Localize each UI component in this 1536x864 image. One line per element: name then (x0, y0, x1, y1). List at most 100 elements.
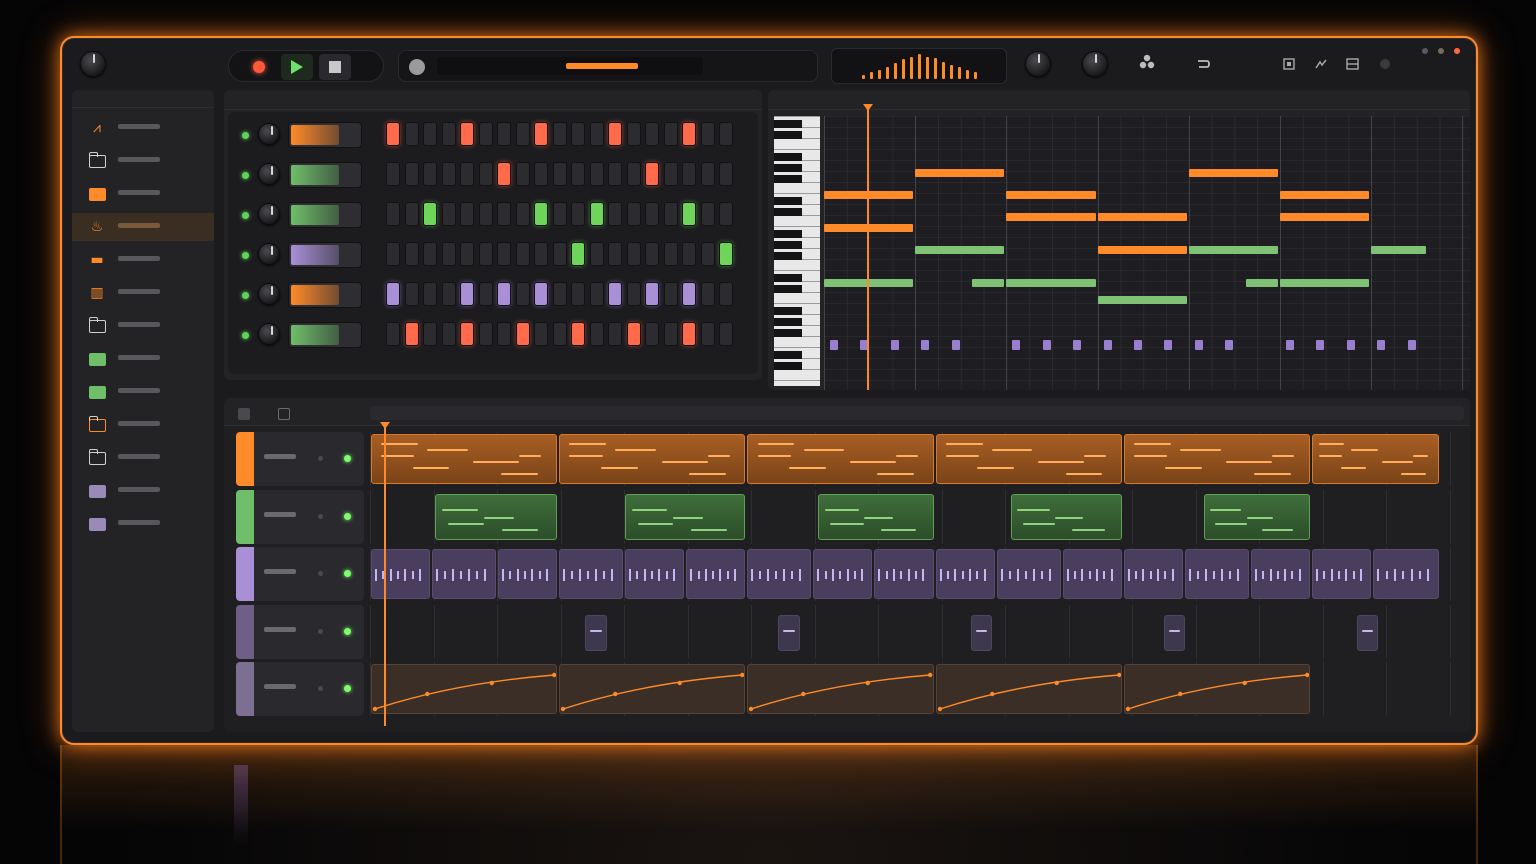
automation-point[interactable] (928, 672, 933, 678)
step-pad[interactable] (571, 322, 585, 346)
percussion-note[interactable] (1103, 340, 1112, 350)
percussion-note[interactable] (1012, 340, 1021, 350)
percussion-note[interactable] (1164, 340, 1173, 350)
channel-active-led[interactable] (242, 132, 249, 139)
clip[interactable] (935, 664, 1122, 714)
window-minimize-button[interactable] (1422, 48, 1428, 54)
sidebar-item[interactable] (72, 477, 214, 505)
automation-line[interactable] (374, 674, 555, 710)
track-active-led[interactable] (344, 570, 351, 577)
pitch-knob[interactable] (1082, 51, 1108, 77)
percussion-note[interactable] (1194, 340, 1203, 350)
channel-volume-knob[interactable] (258, 243, 280, 265)
clip[interactable] (1163, 614, 1186, 651)
step-pad[interactable] (608, 122, 622, 146)
step-pad[interactable] (441, 162, 456, 186)
step-pad[interactable] (682, 242, 696, 266)
step-pad[interactable] (571, 282, 585, 306)
note[interactable] (915, 169, 1005, 177)
clip[interactable] (371, 434, 558, 484)
master-volume-knob[interactable] (80, 51, 106, 77)
step-pad[interactable] (441, 322, 456, 346)
black-key[interactable] (774, 164, 802, 172)
step-pad[interactable] (645, 282, 659, 306)
step-pad[interactable] (386, 322, 400, 346)
step-pad[interactable] (423, 242, 437, 266)
clip[interactable] (996, 549, 1061, 599)
step-pad[interactable] (441, 242, 456, 266)
black-key[interactable] (774, 307, 802, 315)
step-pad[interactable] (460, 202, 474, 226)
automation-point[interactable] (1304, 672, 1310, 678)
automation-line[interactable] (939, 674, 1119, 710)
step-pad[interactable] (386, 282, 400, 306)
step-pad[interactable] (626, 322, 641, 346)
sidebar-item[interactable]: ▥ (72, 279, 214, 307)
step-pad[interactable] (626, 202, 641, 226)
clip[interactable] (686, 549, 746, 599)
piano-keyboard[interactable] (774, 116, 820, 386)
track-mute-button[interactable] (318, 571, 323, 576)
step-pad[interactable] (552, 202, 567, 226)
clip[interactable] (747, 664, 934, 714)
step-pad[interactable] (719, 162, 733, 186)
step-pad[interactable] (534, 162, 548, 186)
clip[interactable] (1123, 664, 1311, 714)
step-pad[interactable] (515, 122, 530, 146)
automation-point[interactable] (1054, 680, 1059, 686)
step-pad[interactable] (441, 122, 456, 146)
track-header[interactable] (236, 432, 364, 486)
step-pad[interactable] (552, 282, 567, 306)
step-pad[interactable] (663, 322, 678, 346)
automation-point[interactable] (749, 706, 754, 712)
step-pad[interactable] (404, 242, 419, 266)
step-pad[interactable] (423, 202, 437, 226)
clip[interactable] (747, 434, 934, 484)
step-pad[interactable] (682, 322, 696, 346)
track-lane[interactable] (370, 489, 1464, 544)
sidebar-item[interactable] (72, 510, 214, 538)
clip[interactable] (818, 493, 934, 540)
step-pad[interactable] (589, 202, 604, 226)
black-key[interactable] (774, 252, 802, 260)
automation-point[interactable] (865, 680, 871, 686)
step-pad[interactable] (497, 242, 511, 266)
clip[interactable] (935, 549, 995, 599)
step-pad[interactable] (386, 202, 400, 226)
note[interactable] (972, 279, 1005, 287)
black-key[interactable] (774, 120, 802, 128)
step-pad[interactable] (441, 202, 456, 226)
step-pad[interactable] (682, 162, 696, 186)
clip[interactable] (625, 549, 685, 599)
step-pad[interactable] (534, 282, 548, 306)
step-pad[interactable] (460, 282, 474, 306)
step-pad[interactable] (645, 162, 659, 186)
track-active-led[interactable] (344, 455, 351, 462)
channel-active-led[interactable] (242, 172, 249, 179)
sidebar-item[interactable] (72, 378, 214, 406)
note[interactable] (1280, 279, 1370, 287)
step-pad[interactable] (645, 202, 659, 226)
automation-point[interactable] (425, 691, 430, 697)
step-pad[interactable] (608, 162, 622, 186)
window-icon[interactable] (1280, 56, 1298, 72)
note[interactable] (1097, 213, 1187, 221)
layout-icon[interactable] (1343, 56, 1361, 72)
snap-icon[interactable] (238, 408, 250, 420)
step-pad[interactable] (700, 282, 715, 306)
step-pad[interactable] (552, 322, 567, 346)
step-pad[interactable] (608, 242, 622, 266)
step-pad[interactable] (478, 242, 493, 266)
black-key[interactable] (774, 329, 802, 337)
note[interactable] (1006, 191, 1096, 199)
clip[interactable] (747, 549, 812, 599)
step-pad[interactable] (552, 242, 567, 266)
step-pad[interactable] (700, 242, 715, 266)
step-pad[interactable] (423, 162, 437, 186)
step-pad[interactable] (719, 202, 733, 226)
step-pad[interactable] (515, 202, 530, 226)
note[interactable] (1097, 246, 1187, 254)
note[interactable] (1097, 295, 1187, 304)
automation-point[interactable] (1242, 680, 1247, 686)
step-pad[interactable] (423, 282, 437, 306)
